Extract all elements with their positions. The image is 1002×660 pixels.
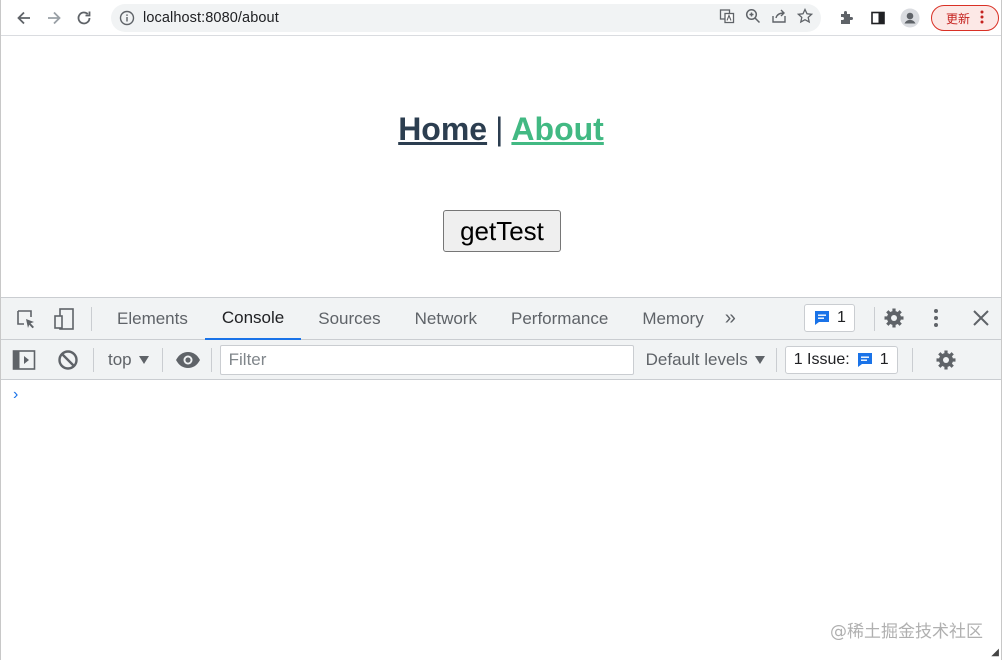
tab-network[interactable]: Network: [398, 298, 494, 340]
console-toolbar: top Filter Default levels 1 Issue: 1: [1, 340, 1001, 380]
inspect-element-icon[interactable]: [13, 306, 39, 332]
divider: [874, 307, 875, 331]
router-nav: Home | About: [1, 111, 1001, 148]
browser-window: localhost:8080/about 更新 Home | About get…: [0, 0, 1002, 660]
reload-icon[interactable]: [69, 3, 99, 33]
issues-counter-button[interactable]: 1: [804, 304, 855, 332]
nav-separator: |: [495, 111, 504, 147]
zoom-icon[interactable]: [745, 8, 761, 29]
get-test-button[interactable]: getTest: [443, 210, 561, 252]
console-prompt[interactable]: ›: [13, 386, 18, 404]
more-options-icon[interactable]: [923, 305, 949, 331]
eye-icon[interactable]: [175, 347, 201, 373]
sidebar-toggle-icon[interactable]: [11, 347, 37, 373]
watermark: @稀土掘金技术社区: [830, 622, 983, 642]
devtools-tabbar: Elements Console Sources Network Perform…: [1, 298, 1001, 340]
device-toolbar-icon[interactable]: [51, 306, 77, 332]
filter-placeholder: Filter: [228, 349, 267, 369]
issue-label: 1 Issue:: [793, 350, 850, 368]
tab-performance[interactable]: Performance: [494, 298, 625, 340]
issue-count: 1: [879, 350, 889, 368]
divider: [91, 306, 92, 331]
issues-count: 1: [837, 309, 846, 326]
browser-toolbar: localhost:8080/about 更新: [1, 0, 1001, 36]
filter-input[interactable]: Filter: [219, 344, 634, 375]
log-levels-label: Default levels: [645, 349, 748, 369]
context-label: top: [108, 349, 132, 369]
devtools-panel: Elements Console Sources Network Perform…: [1, 297, 1001, 660]
address-bar[interactable]: localhost:8080/about: [111, 4, 821, 32]
back-icon[interactable]: [9, 3, 39, 33]
divider: [775, 347, 777, 372]
share-icon[interactable]: [771, 8, 787, 29]
clear-console-icon[interactable]: [55, 347, 81, 373]
dropdown-arrow-icon: [754, 355, 765, 364]
issues-button[interactable]: 1 Issue: 1: [784, 345, 898, 374]
star-icon[interactable]: [796, 7, 814, 29]
resize-handle-icon[interactable]: ◢: [991, 647, 999, 658]
settings-icon[interactable]: [881, 305, 907, 331]
translate-icon[interactable]: [719, 8, 735, 29]
home-link[interactable]: Home: [398, 111, 487, 147]
divider: [911, 347, 913, 372]
message-icon: [857, 352, 872, 367]
forward-icon[interactable]: [39, 3, 69, 33]
about-link[interactable]: About: [511, 111, 603, 147]
tab-elements[interactable]: Elements: [100, 298, 205, 340]
sidepanel-icon[interactable]: [865, 5, 891, 31]
menu-icon[interactable]: [980, 10, 984, 27]
context-selector[interactable]: top: [108, 350, 150, 370]
extensions-icon[interactable]: [833, 5, 859, 31]
message-icon: [815, 311, 829, 325]
more-tabs-icon[interactable]: »: [725, 307, 736, 330]
update-label: 更新: [945, 11, 970, 26]
divider: [93, 347, 94, 372]
tab-console[interactable]: Console: [204, 298, 302, 340]
divider: [210, 347, 212, 372]
toolbar-actions: 更新: [833, 4, 999, 32]
info-icon[interactable]: [111, 10, 143, 26]
close-icon[interactable]: [968, 305, 994, 331]
tab-sources[interactable]: Sources: [301, 298, 397, 340]
console-settings-icon[interactable]: [933, 347, 959, 373]
update-button[interactable]: 更新: [931, 5, 999, 31]
tab-memory[interactable]: Memory: [625, 298, 720, 340]
profile-icon[interactable]: [897, 5, 923, 31]
dropdown-arrow-icon: [138, 355, 149, 364]
page-content: Home | About getTest: [1, 37, 1001, 297]
url-text[interactable]: localhost:8080/about: [143, 10, 279, 26]
divider: [161, 347, 163, 372]
log-levels-dropdown[interactable]: Default levels: [646, 350, 766, 370]
